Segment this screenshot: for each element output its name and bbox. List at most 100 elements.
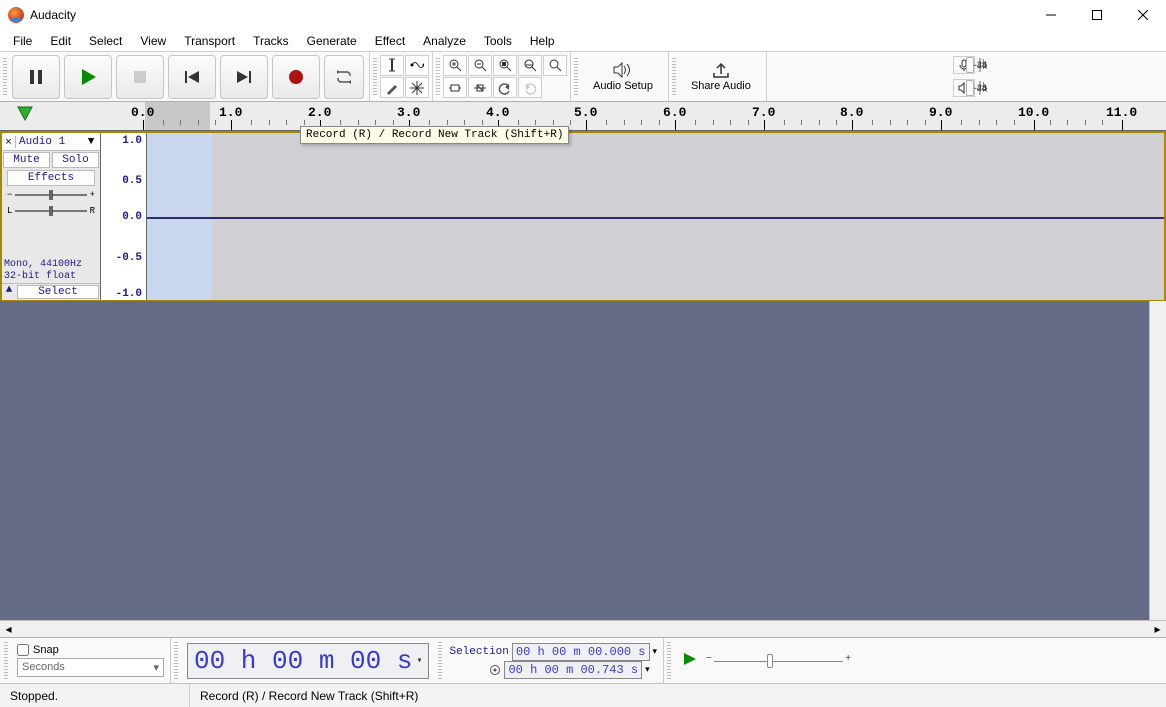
toolbar-grip[interactable] [436,58,440,96]
menu-file[interactable]: File [4,30,41,51]
playhead-pin-icon[interactable] [17,106,33,122]
record-meter-thumb[interactable] [966,57,974,73]
horizontal-scrollbar[interactable]: ◂ ▸ [0,620,1166,637]
mute-button[interactable]: Mute [3,152,50,168]
toolbar-grip[interactable] [174,642,178,680]
undo-icon[interactable] [493,77,517,98]
time-position-readout[interactable]: 00 h 00 m 00 s▾ [187,643,429,679]
transport-toolbar [0,52,370,101]
upload-icon [711,62,731,78]
selection-label: Selection [449,646,508,658]
amplitude-scale[interactable]: 1.0 0.5 0.0 -0.5 -1.0 [101,133,147,300]
fit-selection-icon[interactable] [493,55,517,76]
track-menu-dropdown[interactable]: ▼ [82,136,100,148]
solo-button[interactable]: Solo [52,152,99,168]
playback-meter[interactable]: L R -48 -24 [953,79,981,97]
toolbar-grip[interactable] [667,642,671,680]
track-select-button[interactable]: Select [17,285,99,299]
track: × Audio 1 ▼ Mute Solo Effects −+ LR Mono… [0,131,1166,301]
menu-tracks[interactable]: Tracks [244,30,298,51]
track-format-info: Mono, 44100Hz32-bit float [2,259,100,283]
toolbar-grip[interactable] [574,58,578,96]
playback-meter-track[interactable]: L R -48 -24 [979,81,981,95]
timeline-tick: 3.0 [397,105,420,120]
menu-analyze[interactable]: Analyze [414,30,475,51]
toolbar-grip[interactable] [4,642,8,680]
selection-section: Selection 00 h 00 m 00.000 s▾ 00 h 00 m … [449,638,664,683]
loop-button[interactable] [324,55,364,99]
gear-icon[interactable] [489,664,501,676]
record-meter[interactable]: L R -48 -24 [953,56,981,74]
timeline-selection [145,102,210,130]
timeline-ruler[interactable]: [145,233,322,411,500,588,677,766,854,943… [0,102,1166,131]
timeline-tick: 2.0 [308,105,331,120]
snap-units-select[interactable]: Seconds▾ [17,658,164,677]
statusbar: Stopped. Record (R) / Record New Track (… [0,683,1166,707]
record-meter-track[interactable]: L R -48 -24 [979,58,981,72]
tracks-panel-empty[interactable] [0,301,1166,620]
track-name[interactable]: Audio 1 [16,136,82,148]
menu-generate[interactable]: Generate [298,30,366,51]
zoom-in-icon[interactable] [443,55,467,76]
selection-end-readout[interactable]: 00 h 00 m 00.743 s [504,661,642,679]
silence-icon[interactable] [468,77,492,98]
meters-toolbar: L R -48 -24 L R -48 -24 [767,52,1166,101]
skip-end-button[interactable] [220,55,268,99]
snap-checkbox[interactable]: Snap [17,644,164,656]
fit-project-icon[interactable] [518,55,542,76]
menu-transport[interactable]: Transport [175,30,244,51]
timeline-tick: 4.0 [486,105,509,120]
toolbar-grip[interactable] [373,58,377,96]
menu-edit[interactable]: Edit [41,30,80,51]
trim-icon[interactable] [443,77,467,98]
scroll-left-icon[interactable]: ◂ [0,621,17,637]
zoom-out-icon[interactable] [468,55,492,76]
menu-help[interactable]: Help [521,30,564,51]
minimize-button[interactable] [1028,0,1074,30]
toolbar-grip[interactable] [672,58,676,96]
menu-tools[interactable]: Tools [475,30,521,51]
skip-start-button[interactable] [168,55,216,99]
multi-tool-icon[interactable] [405,77,429,98]
collapse-icon[interactable]: ▲ [2,284,16,300]
gain-slider[interactable]: −+ [2,187,100,203]
track-close-button[interactable]: × [2,136,16,148]
pan-slider[interactable]: LR [2,203,100,219]
play-button[interactable] [64,55,112,99]
share-audio-button[interactable]: Share Audio [679,62,763,92]
audio-setup-toolbar: Audio Setup [571,52,669,101]
pause-button[interactable] [12,55,60,99]
selection-tool-icon[interactable] [380,55,404,76]
audio-setup-button[interactable]: Audio Setup [581,62,665,92]
vertical-scrollbar[interactable] [1149,301,1166,620]
toolbar-grip[interactable] [3,58,7,96]
close-button[interactable] [1120,0,1166,30]
tooltip: Record (R) / Record New Track (Shift+R) [300,126,569,144]
envelope-tool-icon[interactable] [405,55,429,76]
menu-select[interactable]: Select [80,30,131,51]
maximize-button[interactable] [1074,0,1120,30]
track-control-panel: × Audio 1 ▼ Mute Solo Effects −+ LR Mono… [2,133,101,300]
speaker-icon [612,62,634,78]
menubar: File Edit Select View Transport Tracks G… [0,30,1166,52]
menu-view[interactable]: View [131,30,175,51]
timeline-tick: 8.0 [840,105,863,120]
toolbar-grip[interactable] [438,642,442,680]
selection-start-readout[interactable]: 00 h 00 m 00.000 s [512,643,650,661]
waveform-area[interactable] [147,133,1164,300]
waveform-centerline [147,217,1164,219]
window-title: Audacity [30,8,76,22]
playback-meter-thumb[interactable] [966,80,974,96]
play-at-speed-button[interactable] [682,651,698,670]
draw-tool-icon[interactable] [380,77,404,98]
edit-toolbar [433,52,571,101]
scroll-right-icon[interactable]: ▸ [1149,621,1166,637]
redo-icon[interactable] [518,77,542,98]
menu-effect[interactable]: Effect [366,30,414,51]
playback-speed-slider[interactable]: −+ [706,651,851,671]
app-logo-icon [8,7,24,23]
record-button[interactable] [272,55,320,99]
effects-button[interactable]: Effects [7,170,95,186]
stop-button[interactable] [116,55,164,99]
zoom-toggle-icon[interactable] [543,55,567,76]
